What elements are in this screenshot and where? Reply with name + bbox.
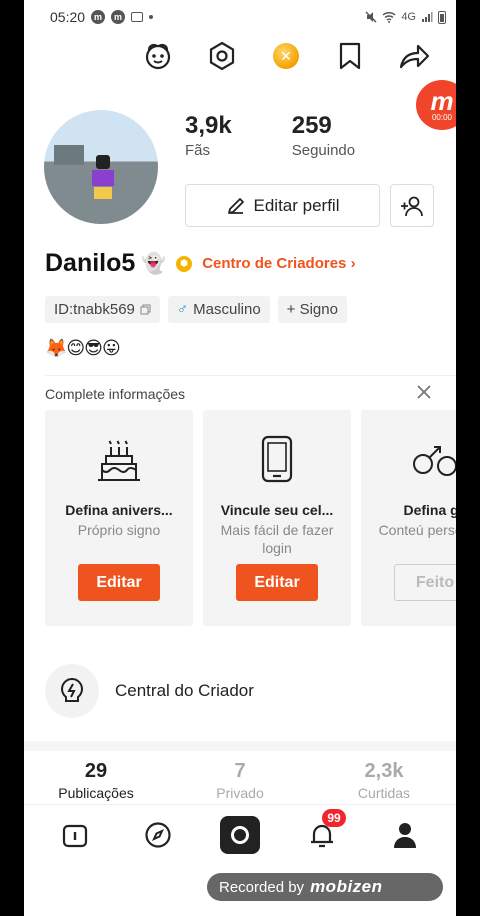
birthday-edit-button[interactable]: Editar [78, 564, 160, 601]
creator-badge-icon: ⬢ [176, 255, 193, 272]
creator-central-row[interactable]: Central do Criador [45, 664, 254, 718]
watermark-prefix: Recorded by [219, 878, 305, 896]
complete-info-cards: Defina anivers... Próprio signo Editar V… [45, 410, 456, 626]
profile-name-row: Danilo5 👻 ⬢ Centro de Criadores › [45, 249, 356, 278]
watermark-brand: mobizen [310, 877, 383, 896]
screen-recorder-badge[interactable]: m 00:00 [416, 80, 456, 130]
lightning-bulb-icon [45, 664, 99, 718]
following-count: 259 [291, 112, 332, 139]
status-bar: 05:20 m m 4G [24, 0, 456, 34]
ghost-emoji: 👻 [141, 253, 167, 275]
profile-top-actions: ✕ [140, 38, 432, 74]
gender-tag[interactable]: ♂ Masculino [167, 296, 270, 323]
app-screen: 05:20 m m 4G ✕ m 00:00 3,9k Fãs 259 Segu… [24, 0, 456, 916]
signal-icon [422, 12, 433, 22]
pencil-icon [227, 197, 244, 214]
gender-card-subtitle: Conteú personaliz [378, 522, 456, 538]
fans-stat[interactable]: 3,9k Fãs [185, 112, 232, 159]
face-icon[interactable] [140, 38, 176, 74]
likes-count: 2,3k [364, 760, 404, 782]
profile-icon [393, 822, 416, 848]
sign-tag[interactable]: + Signo [277, 296, 347, 323]
bottom-navigation: 99 [24, 804, 456, 864]
content-tabs: 29 Publicações 7 Privado 2,3k Curtidas [24, 760, 456, 801]
publications-label: Publicações [58, 785, 134, 801]
cake-icon [94, 434, 144, 484]
recorder-timer: 00:00 [431, 112, 453, 122]
recorder-watermark: Recorded by mobizen [207, 873, 443, 901]
birthday-card-subtitle: Próprio signo [77, 522, 161, 538]
nav-profile[interactable] [385, 815, 425, 855]
likes-label: Curtidas [357, 785, 411, 801]
publications-count: 29 [84, 760, 108, 782]
creator-central-label: Central do Criador [115, 681, 254, 700]
phone-edit-button[interactable]: Editar [236, 564, 318, 601]
birthday-card[interactable]: Defina anivers... Próprio signo Editar [45, 410, 193, 626]
status-time: 05:20 [50, 9, 86, 25]
bio-emojis: 🦊😊😎😛 [45, 338, 121, 358]
app-notification-icon: m [91, 10, 106, 24]
private-label: Privado [216, 785, 264, 801]
following-label: Seguindo [291, 142, 356, 159]
camera-icon [219, 815, 260, 854]
complete-info-header: Complete informações [45, 375, 456, 411]
copy-icon [140, 304, 151, 315]
birthday-card-title: Defina anivers... [65, 502, 173, 518]
close-icon[interactable] [416, 384, 432, 400]
private-count: 7 [234, 760, 246, 782]
profile-name: Danilo5 [45, 249, 136, 277]
tab-publications[interactable]: 29 Publicações [24, 760, 168, 801]
gender-done-button[interactable]: Feito [394, 564, 456, 601]
sign-label: + Signo [286, 301, 338, 318]
add-user-icon [401, 196, 423, 216]
user-id: ID:tnabk569 [54, 301, 135, 318]
share-icon[interactable] [396, 38, 432, 74]
compass-icon [144, 821, 171, 848]
profile-stats: 3,9k Fãs 259 Seguindo [185, 112, 355, 159]
nav-notifications[interactable]: 99 [302, 808, 346, 855]
fans-label: Fãs [185, 142, 211, 159]
recorder-logo: m [430, 85, 454, 116]
gender-symbols-icon [405, 434, 456, 484]
wifi-icon [382, 11, 396, 23]
add-friend-button[interactable] [390, 184, 434, 227]
app-notification-icon-2: m [111, 10, 126, 24]
notification-badge: 99 [322, 808, 346, 827]
fans-count: 3,9k [185, 112, 232, 139]
male-icon: ♂ [176, 301, 189, 318]
nav-discover[interactable] [138, 815, 178, 855]
coin-icon[interactable]: ✕ [268, 38, 304, 74]
following-stat[interactable]: 259 Seguindo [292, 112, 355, 159]
phone-icon [259, 434, 295, 484]
avatar[interactable] [44, 110, 158, 224]
phone-card-subtitle: Mais fácil de fazer login [220, 522, 334, 556]
nav-home[interactable] [55, 815, 95, 855]
section-divider [24, 741, 456, 751]
creator-center-link[interactable]: Centro de Criadores › [202, 255, 355, 272]
battery-icon [438, 10, 446, 24]
profile-tags: ID:tnabk569 ♂ Masculino + Signo [45, 296, 347, 323]
more-notifications-icon [149, 15, 154, 19]
user-id-tag[interactable]: ID:tnabk569 [45, 296, 160, 323]
gender-label: Masculino [193, 301, 261, 318]
complete-info-title: Complete informações [45, 385, 186, 402]
gender-card[interactable]: Defina gê Conteú personaliz Feito [361, 410, 456, 626]
bookmark-icon[interactable] [332, 38, 368, 74]
gallery-notification-icon [131, 12, 144, 22]
tab-likes[interactable]: 2,3k Curtidas [312, 760, 456, 801]
edit-profile-label: Editar perfil [253, 195, 340, 215]
nav-create[interactable] [219, 815, 260, 855]
mute-icon [365, 11, 377, 23]
tab-private[interactable]: 7 Privado [168, 760, 312, 801]
gender-card-title: Defina gê [403, 502, 456, 518]
phone-card[interactable]: Vincule seu cel... Mais fácil de fazer l… [203, 410, 351, 626]
phone-card-title: Vincule seu cel... [220, 502, 334, 518]
settings-hex-icon[interactable] [204, 38, 240, 74]
edit-profile-button[interactable]: Editar perfil [185, 184, 380, 227]
home-icon [63, 824, 88, 847]
network-type: 4G [401, 11, 416, 23]
